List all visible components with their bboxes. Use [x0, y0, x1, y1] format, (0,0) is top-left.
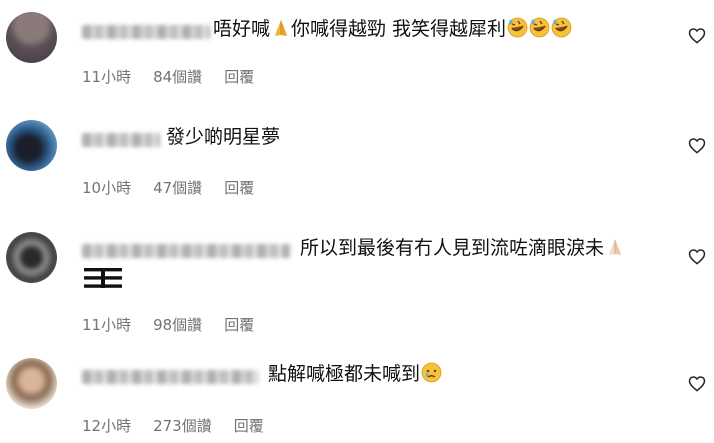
heart-outline-icon[interactable] [688, 137, 706, 154]
comment-text: 點解喊極都未喊到 [268, 361, 442, 391]
comment-text-part: 所以到最後有冇人見到流咗滴眼淚未 [300, 237, 605, 259]
rolling-on-floor-laughing-emoji [507, 17, 528, 46]
comment-text-part: 點解喊極都未喊到 [268, 363, 421, 385]
comment-like-count[interactable]: 273個讚 [153, 417, 212, 435]
avatar[interactable] [6, 232, 57, 283]
username-blurred[interactable] [82, 25, 210, 39]
comment-text: 唔好喊 你喊得越勁 我笑得越犀利 [213, 16, 572, 46]
rolling-on-floor-laughing-emoji [529, 17, 550, 46]
reply-button[interactable]: 回覆 [234, 417, 264, 435]
avatar[interactable] [6, 12, 57, 63]
reply-button[interactable]: 回覆 [224, 68, 254, 86]
heart-outline-icon[interactable] [688, 27, 706, 44]
comment-like-count[interactable]: 98個讚 [153, 316, 202, 334]
avatar[interactable] [6, 358, 57, 409]
comment-like-count[interactable]: 84個讚 [153, 68, 202, 86]
rolling-on-floor-laughing-emoji [551, 17, 572, 46]
username-blurred[interactable] [82, 244, 290, 258]
comment-meta: 11小時 84個讚 回覆 [82, 66, 276, 87]
comment-time: 10小時 [82, 179, 132, 197]
crying-face-emoji [421, 362, 442, 391]
reply-button[interactable]: 回覆 [224, 316, 254, 334]
comment-time: 11小時 [82, 68, 132, 86]
comment-text: 發少啲明星夢 [166, 124, 280, 151]
reply-button[interactable]: 回覆 [224, 179, 254, 197]
comment-text: 所以到最後有冇人見到流咗滴眼淚未 [300, 235, 625, 265]
comment-time: 11小時 [82, 316, 132, 334]
folded-hands-emoji [605, 237, 625, 265]
comment-meta: 11小時 98個讚 回覆 [82, 314, 276, 335]
comment-like-count[interactable]: 47個讚 [153, 179, 202, 197]
comment-meta: 12小時 273個讚 回覆 [82, 415, 286, 436]
heart-outline-icon[interactable] [688, 248, 706, 265]
heart-outline-icon[interactable] [688, 375, 706, 392]
comment-text-part: 唔好喊 [213, 18, 271, 40]
avatar[interactable] [6, 120, 57, 171]
trigram-glyph [84, 268, 122, 288]
username-blurred[interactable] [82, 133, 160, 147]
folded-hands-emoji [271, 18, 291, 46]
comment-time: 12小時 [82, 417, 132, 435]
comment-meta: 10小時 47個讚 回覆 [82, 177, 276, 198]
username-blurred[interactable] [82, 370, 258, 384]
comment-text-part: 你喊得越勁 我笑得越犀利 [291, 18, 507, 40]
comment-text-part: 發少啲明星夢 [166, 126, 281, 148]
